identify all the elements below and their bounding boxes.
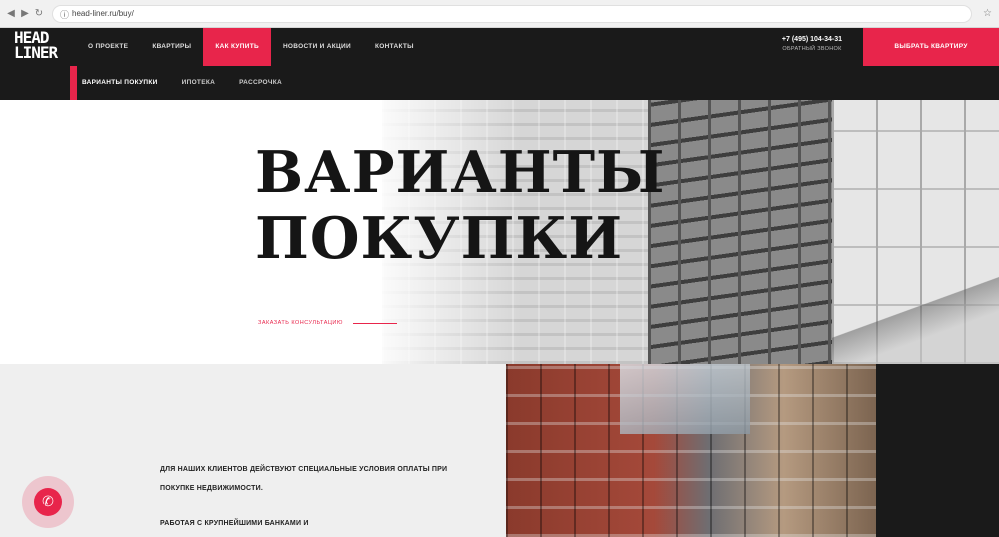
link-underline [352, 322, 397, 324]
phone-icon: ✆ [34, 488, 62, 516]
main-nav: О ПРОЕКТЕ КВАРТИРЫ КАК КУПИТЬ НОВОСТИ И … [76, 28, 426, 66]
callback-link[interactable]: ОБРАТНЫЙ ЗВОНОК [772, 46, 852, 52]
subnav-item-installments[interactable]: РАССРОЧКА [227, 66, 294, 100]
address-bar[interactable] [52, 5, 972, 23]
building-photo-glass [620, 364, 750, 434]
nav-item-contacts[interactable]: КОНТАКТЫ [363, 28, 426, 66]
reload-icon[interactable]: ↻ [34, 9, 44, 19]
phone-block: +7 (495) 104-34-31 ОБРАТНЫЙ ЗВОНОК [772, 36, 852, 52]
order-consultation-link[interactable]: ЗАКАЗАТЬ КОНСУЛЬТАЦИЮ [258, 320, 397, 326]
bookmark-star-icon[interactable]: ☆ [983, 8, 992, 19]
back-icon[interactable]: ◀ [6, 9, 16, 19]
dark-side-panel [876, 364, 999, 537]
page-title: ВАРИАНТЫ ПОКУПКИ [255, 140, 666, 272]
site-header: HEAD LINER О ПРОЕКТЕ КВАРТИРЫ КАК КУПИТЬ … [0, 28, 999, 100]
hero-section: ВАРИАНТЫ ПОКУПКИ ЗАКАЗАТЬ КОНСУЛЬТАЦИЮ [0, 100, 999, 364]
sub-nav: ВАРИАНТЫ ПОКУПКИ ИПОТЕКА РАССРОЧКА [70, 66, 294, 100]
page-info-icon[interactable]: ⓘ [60, 8, 69, 21]
nav-item-how-to-buy[interactable]: КАК КУПИТЬ [203, 28, 271, 66]
purchase-info-section: ДЛЯ НАШИХ КЛИЕНТОВ ДЕЙСТВУЮТ СПЕЦИАЛЬНЫЕ… [0, 364, 999, 537]
info-paragraph-2: РАБОТАЯ С КРУПНЕЙШИМИ БАНКАМИ И [160, 520, 309, 527]
page-title-line2: ПОКУПКИ [255, 205, 624, 272]
site-logo[interactable]: HEAD LINER [14, 30, 62, 66]
order-consultation-label: ЗАКАЗАТЬ КОНСУЛЬТАЦИЮ [258, 320, 343, 326]
browser-toolbar: ◀ ▶ ↻ ⓘ head-liner.ru/buy/ ☆ [0, 0, 999, 28]
choose-apartment-button[interactable]: ВЫБРАТЬ КВАРТИРУ [863, 28, 999, 66]
callback-fab-button[interactable]: ✆ [22, 476, 74, 528]
address-url[interactable]: head-liner.ru/buy/ [72, 9, 134, 18]
subnav-item-mortgage[interactable]: ИПОТЕКА [170, 66, 227, 100]
page-title-line1: ВАРИАНТЫ [255, 139, 666, 206]
info-paragraph: ДЛЯ НАШИХ КЛИЕНТОВ ДЕЙСТВУЮТ СПЕЦИАЛЬНЫЕ… [160, 466, 448, 492]
hero-building-image-dark [648, 100, 832, 364]
hero-building-shadow [832, 250, 999, 364]
nav-item-about[interactable]: О ПРОЕКТЕ [76, 28, 140, 66]
nav-item-news[interactable]: НОВОСТИ И АКЦИИ [271, 28, 363, 66]
subnav-item-purchase-options[interactable]: ВАРИАНТЫ ПОКУПКИ [70, 66, 170, 100]
nav-item-apartments[interactable]: КВАРТИРЫ [140, 28, 203, 66]
forward-icon[interactable]: ▶ [20, 9, 30, 19]
phone-number[interactable]: +7 (495) 104-34-31 [772, 36, 852, 43]
